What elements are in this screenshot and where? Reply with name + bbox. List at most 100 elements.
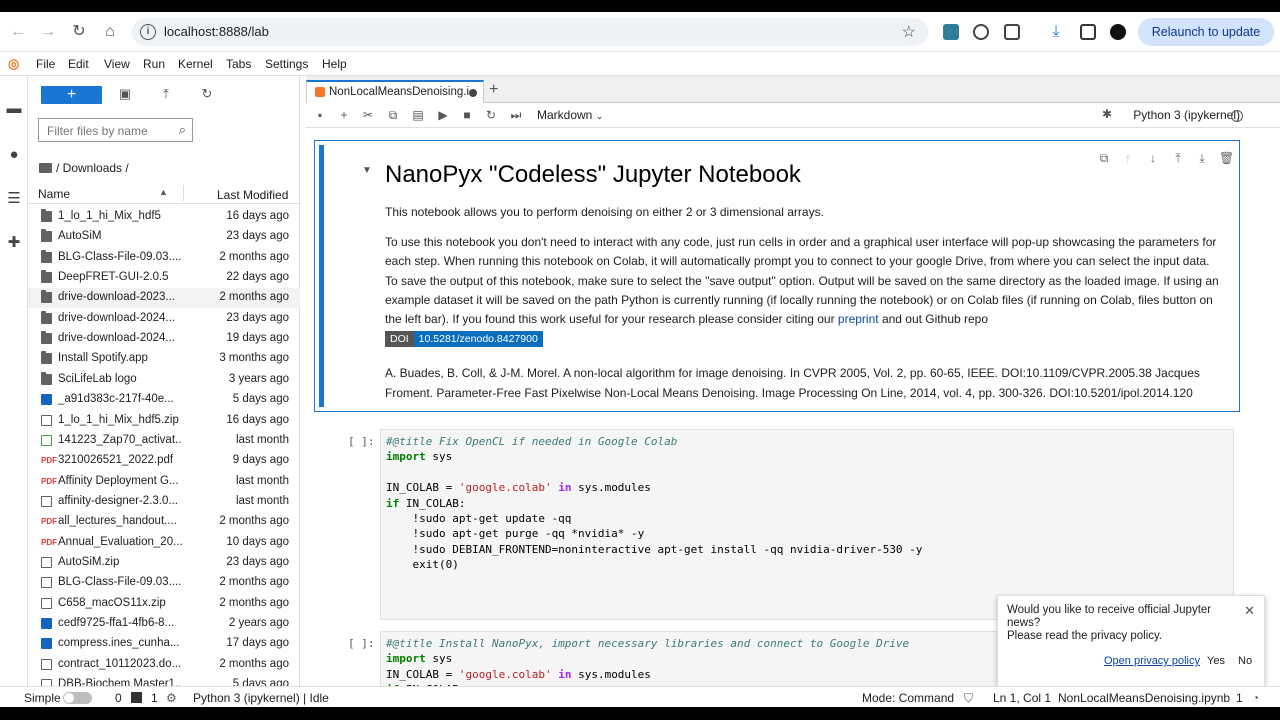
unsaved-dot-icon[interactable]	[469, 89, 477, 97]
filter-input[interactable]: Filter files by name ⌕	[38, 118, 193, 142]
doi-badge[interactable]: DOI 10.5281/zenodo.8427900	[385, 331, 543, 348]
file-row[interactable]: AutoSiM 23 days ago	[28, 227, 300, 247]
notebook-title: NanoPyx "Codeless" Jupyter Notebook	[385, 161, 801, 188]
panda-extension-icon[interactable]	[973, 24, 989, 40]
file-icon	[41, 556, 52, 568]
new-folder-icon[interactable]: ▣	[117, 86, 133, 102]
file-row[interactable]: 1_lo_1_hi_Mix_hdf5.zip 16 days ago	[28, 411, 300, 431]
tab-notebook[interactable]: NonLocalMeansDenoising.i	[306, 80, 484, 103]
menu-edit[interactable]: Edit	[68, 57, 89, 71]
folder-icon	[41, 270, 52, 284]
file-row[interactable]: affinity-designer-2.3.0... last month	[28, 492, 300, 512]
copy-icon[interactable]: ⧉	[385, 107, 401, 123]
file-row[interactable]: C658_macOS11x.zip 2 months ago	[28, 594, 300, 614]
reload-icon[interactable]: ↻	[69, 22, 89, 42]
extensions-puzzle-icon[interactable]	[1004, 24, 1020, 40]
file-row[interactable]: drive-download-2024... 19 days ago	[28, 329, 300, 349]
file-row[interactable]: PDF Affinity Deployment G... last month	[28, 472, 300, 492]
kernel-count[interactable]: 1	[151, 691, 158, 705]
file-row[interactable]: Install Spotify.app 3 months ago	[28, 349, 300, 369]
close-icon[interactable]: ✕	[1244, 603, 1255, 619]
debugger-icon[interactable]: ✱	[1102, 107, 1112, 121]
no-button[interactable]: No	[1238, 655, 1252, 667]
file-row[interactable]: PDF all_lectures_handout.... 2 months ago	[28, 512, 300, 532]
restart-icon[interactable]: ↻	[483, 107, 499, 123]
code-editor[interactable]: #@title Fix OpenCL if needed in Google C…	[380, 429, 1234, 620]
download-icon[interactable]: ⤓	[1046, 22, 1066, 42]
forward-icon[interactable]: →	[38, 22, 58, 42]
notification-question: Would you like to receive official Jupyt…	[1007, 604, 1212, 629]
simple-mode-toggle[interactable]	[63, 692, 92, 704]
cut-icon[interactable]: ✂	[360, 107, 376, 123]
new-tab-icon[interactable]: +	[489, 81, 498, 99]
file-row[interactable]: SciLifeLab logo 3 years ago	[28, 370, 300, 390]
file-row[interactable]: drive-download-2023... 2 months ago	[28, 288, 300, 309]
profile-avatar[interactable]	[1110, 24, 1126, 40]
new-launcher-button[interactable]: +	[41, 86, 102, 104]
open-privacy-button[interactable]: Open privacy policy	[1104, 655, 1200, 667]
menu-file[interactable]: File	[36, 57, 55, 71]
gear-icon: ⚙	[166, 691, 177, 705]
extension-manager-icon[interactable]: ✚	[5, 234, 23, 252]
file-row[interactable]: DeepFRET-GUI-2.0.5 22 days ago	[28, 268, 300, 288]
bookmark-star-icon[interactable]: ☆	[902, 22, 916, 42]
code-cell[interactable]: [ ]: #@title Fix OpenCL if needed in Goo…	[314, 429, 1240, 623]
paste-icon[interactable]: ▤	[410, 107, 426, 123]
menu-view[interactable]: View	[104, 57, 130, 71]
file-row[interactable]: BLG-Class-File-09.03.... 2 months ago	[28, 248, 300, 268]
file-row[interactable]: 141223_Zap70_activat... last month	[28, 431, 300, 451]
file-row[interactable]: drive-download-2024... 23 days ago	[28, 309, 300, 329]
kernel-name[interactable]: Python 3 (ipykernel)	[1133, 108, 1240, 122]
file-row[interactable]: 1_lo_1_hi_Mix_hdf5 16 days ago	[28, 207, 300, 227]
file-row[interactable]: BLG-Class-File-09.03.... 2 months ago	[28, 573, 300, 593]
insert-cell-icon[interactable]: +	[336, 107, 352, 123]
extension-icon[interactable]	[943, 24, 959, 40]
file-row[interactable]: _a91d383c-217f-40e... 5 days ago	[28, 390, 300, 410]
menu-help[interactable]: Help	[322, 57, 347, 71]
relaunch-button[interactable]: Relaunch to update	[1138, 18, 1274, 46]
image-icon	[41, 618, 52, 629]
bell-icon[interactable]: ◔	[1252, 691, 1259, 705]
menu-settings[interactable]: Settings	[265, 57, 308, 71]
address-bar[interactable]: i localhost:8888/lab ☆	[132, 18, 928, 46]
instructions-end: and out Github repo	[881, 312, 989, 327]
sidepanel-icon[interactable]	[1080, 24, 1096, 40]
image-icon	[41, 638, 52, 650]
notification-count[interactable]: 1	[1236, 691, 1243, 705]
fast-forward-icon[interactable]: ⏭	[508, 107, 524, 123]
site-info-icon[interactable]: i	[140, 24, 156, 40]
menu-run[interactable]: Run	[143, 57, 165, 71]
save-icon[interactable]: ▪	[312, 107, 328, 123]
menu-tabs[interactable]: Tabs	[226, 57, 251, 71]
file-name: all_lectures_handout....	[58, 515, 177, 528]
active-cell-bar	[319, 145, 324, 407]
column-name[interactable]: Name	[38, 187, 70, 201]
kernel-status[interactable]: Python 3 (ipykernel) | Idle	[193, 691, 329, 705]
collapse-heading-icon[interactable]: ▼	[362, 165, 372, 176]
breadcrumb[interactable]: / Downloads /	[39, 161, 129, 175]
cell-type-select[interactable]: Markdown ⌄	[537, 108, 603, 122]
file-row[interactable]: contract_10112023.do... 2 months ago	[28, 655, 300, 675]
file-row[interactable]: PDF 3210026521_2022.pdf 9 days ago	[28, 451, 300, 471]
back-icon[interactable]: ←	[8, 22, 28, 42]
upload-icon[interactable]: ⤒	[158, 86, 174, 102]
refresh-icon[interactable]: ↻	[199, 86, 215, 102]
file-row[interactable]: cedf9725-ffa1-4fb6-8... 2 years ago	[28, 614, 300, 634]
cursor-position[interactable]: Ln 1, Col 1	[993, 691, 1051, 705]
folder-icon[interactable]: ▬	[5, 100, 23, 118]
file-row[interactable]: compress.ines_cunha... 17 days ago	[28, 634, 300, 654]
column-divider[interactable]	[183, 185, 184, 201]
file-row[interactable]: PDF Annual_Evaluation_20... 10 days ago	[28, 533, 300, 553]
table-of-contents-icon[interactable]: ☰	[5, 190, 23, 208]
home-icon[interactable]: ⌂	[100, 22, 120, 42]
file-row[interactable]: AutoSiM.zip 23 days ago	[28, 553, 300, 573]
menu-kernel[interactable]: Kernel	[178, 57, 213, 71]
terminal-count[interactable]: 0	[115, 691, 122, 705]
stop-icon[interactable]: ■	[459, 107, 475, 123]
running-kernels-icon[interactable]: ●	[5, 146, 23, 164]
markdown-cell[interactable]: ▼ ⧉ ↑ ↓ ⤒ ⤓ 🗑 NanoPyx "Codeless" Jupyter…	[314, 140, 1240, 412]
column-last-modified[interactable]: Last Modified	[217, 188, 288, 202]
yes-button[interactable]: Yes	[1207, 655, 1225, 667]
preprint-link[interactable]: preprint	[838, 312, 879, 326]
run-icon[interactable]: ▶	[435, 107, 451, 123]
